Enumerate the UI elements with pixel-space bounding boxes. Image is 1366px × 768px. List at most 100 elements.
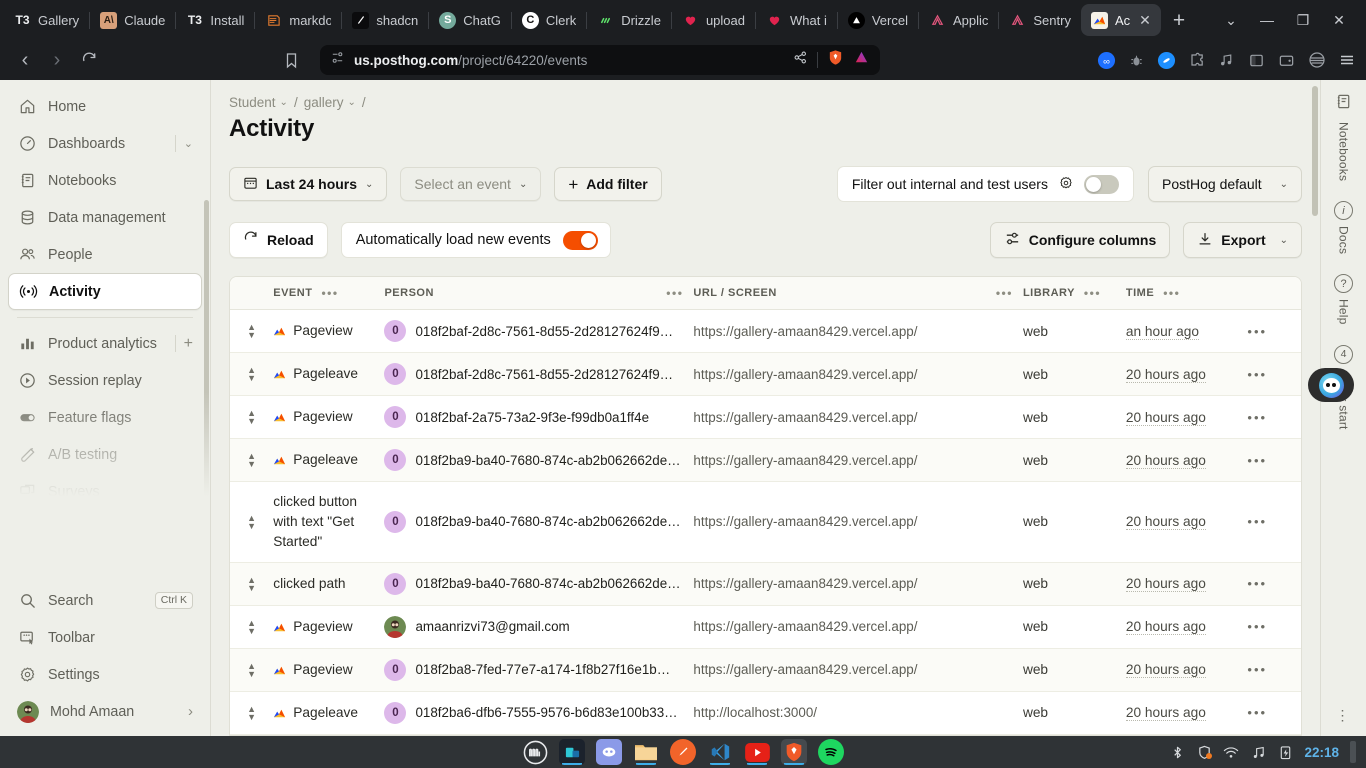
- music-icon[interactable]: [1250, 744, 1266, 760]
- url-cell[interactable]: https://gallery-amaan8429.vercel.app/: [693, 395, 1023, 439]
- sidebar-item-dashboards[interactable]: Dashboards ⌄: [8, 125, 202, 162]
- chevron-down-icon[interactable]: ⌄: [347, 97, 355, 108]
- column-header-url-screen[interactable]: URL / SCREEN •••: [693, 277, 1023, 310]
- breadcrumb-item-gallery[interactable]: gallery ⌄: [304, 95, 356, 110]
- browser-tab[interactable]: T3 Install: [176, 4, 254, 36]
- add-filter-button[interactable]: + Add filter: [554, 167, 662, 201]
- browser-tab[interactable]: Drizzle: [587, 4, 671, 36]
- row-expander-cell[interactable]: ▲▼: [230, 352, 274, 396]
- column-menu-icon[interactable]: •••: [1084, 286, 1101, 300]
- postman-icon[interactable]: [670, 739, 696, 765]
- column-header-library[interactable]: LIBRARY •••: [1022, 277, 1126, 310]
- table-row[interactable]: ▲ ▼ Pageleave 0 018f2ba9-ba40-7680-874c-ab2b…: [230, 438, 1301, 482]
- taskbar-show-desktop[interactable]: [1350, 741, 1356, 763]
- row-expander-cell[interactable]: ▲▼: [230, 481, 274, 563]
- column-menu-icon[interactable]: •••: [666, 286, 683, 300]
- gear-icon[interactable]: [1058, 175, 1074, 194]
- chevron-updown-icon[interactable]: ▲ ▼: [230, 575, 273, 592]
- plus-icon[interactable]: +: [184, 335, 193, 352]
- row-menu-icon[interactable]: •••: [1247, 619, 1267, 634]
- person-cell[interactable]: 0 018f2ba9-ba40-7680-874c-ab2b062662de…: [384, 481, 694, 563]
- row-expander-cell[interactable]: ▲▼: [230, 309, 274, 353]
- url-cell[interactable]: https://gallery-amaan8429.vercel.app/: [693, 648, 1023, 692]
- table-row[interactable]: ▲ ▼ Pageview 0 018f2baf-2a75-73a2-9f3e-f99db…: [230, 395, 1301, 439]
- row-expander-cell[interactable]: ▲▼: [230, 438, 274, 482]
- discord-icon[interactable]: [596, 739, 622, 765]
- chevron-down-icon[interactable]: ⌄: [280, 97, 288, 108]
- sidebar-item-people[interactable]: People: [8, 236, 202, 273]
- back-button[interactable]: ‹: [10, 45, 40, 75]
- row-menu-icon[interactable]: •••: [1247, 576, 1267, 591]
- row-expander-cell[interactable]: ▲▼: [230, 562, 274, 606]
- sidebar-item-product-analytics[interactable]: Product analytics +: [8, 325, 202, 362]
- reload-button[interactable]: Reload: [229, 222, 328, 258]
- url-cell[interactable]: https://gallery-amaan8429.vercel.app/: [693, 605, 1023, 649]
- row-menu-cell[interactable]: •••: [1247, 309, 1301, 353]
- sidebar-item-data-management[interactable]: Data management: [8, 199, 202, 236]
- battery-icon[interactable]: [1277, 744, 1293, 760]
- main-scrollbar[interactable]: [1312, 86, 1318, 216]
- puzzle-icon[interactable]: [1187, 51, 1206, 70]
- row-menu-icon[interactable]: •••: [1247, 367, 1267, 382]
- brave-icon[interactable]: [781, 739, 807, 765]
- browser-tab-active[interactable]: Ac ✕: [1080, 4, 1161, 36]
- sidebar-item-surveys[interactable]: Surveys: [8, 473, 202, 510]
- configure-columns-button[interactable]: Configure columns: [989, 222, 1171, 258]
- sidebar-item-toolbar[interactable]: Toolbar: [8, 619, 202, 656]
- chevron-updown-icon[interactable]: ▲ ▼: [230, 618, 273, 635]
- chevron-updown-icon[interactable]: ▲ ▼: [230, 409, 273, 426]
- brave-shield-icon[interactable]: [827, 49, 844, 71]
- table-row[interactable]: ▲ ▼ Pageleave 0 018f2baf-2d8c-7561-8d55-2d28…: [230, 352, 1301, 396]
- internal-users-toggle[interactable]: [1083, 174, 1119, 194]
- taskbar-clock[interactable]: 22:18: [1304, 745, 1339, 760]
- browser-tab[interactable]: upload: [672, 4, 755, 36]
- app-icon[interactable]: [559, 739, 585, 765]
- bluetooth-icon[interactable]: [1169, 744, 1185, 760]
- url-cell[interactable]: https://gallery-amaan8429.vercel.app/: [693, 438, 1023, 482]
- row-menu-cell[interactable]: •••: [1247, 605, 1301, 649]
- date-range-selector[interactable]: Last 24 hours ⌄: [229, 167, 388, 201]
- row-menu-cell[interactable]: •••: [1247, 481, 1301, 563]
- column-menu-icon[interactable]: •••: [1163, 286, 1180, 300]
- rail-item-notebooks[interactable]: Notebooks: [1334, 92, 1353, 181]
- url-cell[interactable]: http://localhost:3000/: [693, 691, 1023, 735]
- browser-tab[interactable]: C Clerk: [512, 4, 586, 36]
- row-menu-icon[interactable]: •••: [1247, 662, 1267, 677]
- vscode-icon[interactable]: [707, 739, 733, 765]
- chevron-updown-icon[interactable]: ▲ ▼: [230, 323, 273, 340]
- tab-list-chevron-down-icon[interactable]: ⌄: [1214, 5, 1248, 35]
- url-cell[interactable]: https://gallery-amaan8429.vercel.app/: [693, 562, 1023, 606]
- row-menu-icon[interactable]: •••: [1247, 705, 1267, 720]
- sidebar-item-notebooks[interactable]: Notebooks: [8, 162, 202, 199]
- music-icon[interactable]: [1217, 51, 1236, 70]
- row-menu-cell[interactable]: •••: [1247, 562, 1301, 606]
- browser-tab[interactable]: T3 Gallery: [4, 4, 89, 36]
- column-header-person[interactable]: PERSON •••: [384, 277, 694, 310]
- browser-tab[interactable]: markdo: [255, 4, 341, 36]
- table-row[interactable]: ▲ ▼ Pageview amaanrizvi73@gmail.com https://…: [230, 605, 1301, 649]
- row-menu-icon[interactable]: •••: [1247, 410, 1267, 425]
- sidebar-user-profile[interactable]: Mohd Amaan ›: [8, 693, 202, 730]
- chevron-down-icon[interactable]: ⌄: [184, 137, 193, 150]
- bookmark-icon[interactable]: [276, 45, 306, 75]
- close-icon[interactable]: ✕: [1139, 13, 1151, 27]
- new-tab-button[interactable]: +: [1161, 10, 1197, 31]
- chevron-updown-icon[interactable]: ▲ ▼: [230, 513, 273, 530]
- column-header-time[interactable]: TIME •••: [1125, 277, 1248, 310]
- sidebar-item-data-pipeline[interactable]: Data pipeline: [8, 547, 202, 582]
- browser-tab[interactable]: Vercel: [838, 4, 918, 36]
- restore-icon[interactable]: ❐: [1286, 5, 1320, 35]
- chevron-right-icon[interactable]: ›: [188, 703, 193, 720]
- brave-shield-icon[interactable]: [1196, 744, 1213, 760]
- sidebar-item-ab-testing[interactable]: A/B testing: [8, 436, 202, 473]
- person-cell[interactable]: 0 018f2baf-2d8c-7561-8d55-2d28127624f9…: [384, 309, 694, 353]
- rail-item-docs[interactable]: i Docs: [1334, 201, 1353, 254]
- url-cell[interactable]: https://gallery-amaan8429.vercel.app/: [693, 309, 1023, 353]
- rail-more-icon[interactable]: ⋮: [1336, 707, 1352, 724]
- forward-button[interactable]: ›: [42, 45, 72, 75]
- sidebar-item-settings[interactable]: Settings: [8, 656, 202, 693]
- column-header-event[interactable]: EVENT •••: [273, 277, 385, 310]
- chevron-updown-icon[interactable]: ▲ ▼: [230, 704, 273, 721]
- row-expander-cell[interactable]: ▲▼: [230, 605, 274, 649]
- row-menu-cell[interactable]: •••: [1247, 352, 1301, 396]
